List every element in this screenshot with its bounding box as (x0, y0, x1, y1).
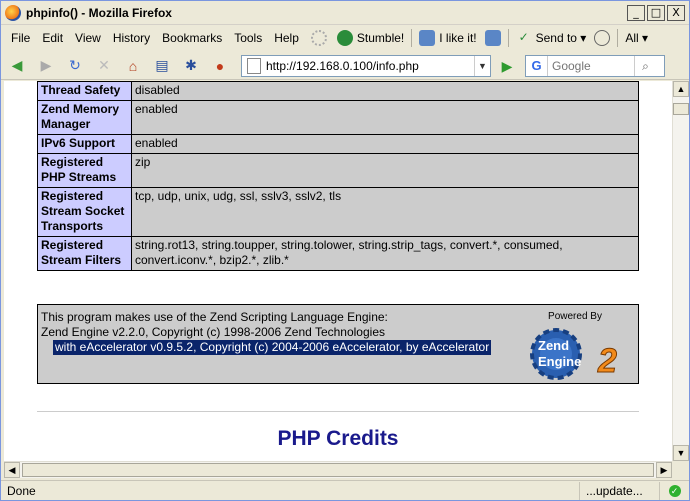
php-credits-heading: PHP Credits (277, 427, 399, 450)
svg-text:Engine: Engine (538, 354, 581, 369)
scroll-down-icon[interactable]: ▼ (673, 445, 689, 461)
google-icon[interactable]: G (526, 55, 548, 76)
all-button[interactable]: All ▾ (621, 31, 652, 45)
thumbs-up-icon (419, 30, 436, 46)
table-row: Registered Stream Socket Transports tcp,… (37, 187, 639, 237)
menu-file[interactable]: File (5, 31, 36, 45)
toolbar-separator (411, 29, 413, 47)
reload-icon[interactable]: ↻ (65, 56, 85, 76)
table-key: IPv6 Support (37, 134, 132, 154)
addon-icon[interactable]: ● (210, 56, 230, 76)
svg-text:2: 2 (597, 342, 617, 380)
scroll-right-icon[interactable]: ▶ (656, 462, 672, 478)
horizontal-scrollbar[interactable]: ◀ ▶ (4, 461, 672, 478)
throbber-icon (310, 30, 327, 46)
scroll-thumb[interactable] (673, 103, 689, 115)
send-to-label: Send to ▾ (535, 31, 587, 45)
table-key: Zend Memory Manager (37, 100, 132, 135)
table-row: Thread Safety disabled (37, 81, 639, 101)
menu-help[interactable]: Help (268, 31, 305, 45)
scrollbar-corner (672, 461, 689, 478)
menu-bookmarks[interactable]: Bookmarks (156, 31, 228, 45)
menu-edit[interactable]: Edit (36, 31, 69, 45)
zend-engine-box: This program makes use of the Zend Scrip… (37, 304, 639, 384)
page-icon (247, 57, 261, 74)
status-ok-panel[interactable]: ✓ (659, 481, 689, 500)
green-check-icon: ✓ (668, 484, 681, 497)
table-row: Registered Stream Filters string.rot13, … (37, 236, 639, 271)
window-controls: _ □ X (627, 4, 685, 21)
zend-engine-logo: Powered By Zend Engine 2 (516, 309, 634, 381)
thumbs-down-button[interactable] (481, 30, 505, 46)
toolbar-separator (507, 29, 509, 47)
menu-history[interactable]: History (107, 31, 156, 45)
powered-by-label: Powered By (548, 311, 602, 322)
stumbleupon-icon (336, 30, 353, 46)
menu-tools[interactable]: Tools (228, 31, 268, 45)
navigation-toolbar: ◀ ▶ ↻ ✕ ⌂ ▤ ✱ ● http://192.168.0.100/inf… (1, 52, 689, 80)
status-text: Done (7, 483, 36, 498)
search-box: G ⌕ (525, 54, 665, 77)
table-row: Registered PHP Streams zip (37, 153, 639, 188)
page-content: Thread Safety disabled Zend Memory Manag… (4, 81, 672, 461)
table-value: disabled (131, 81, 639, 101)
window-title: phpinfo() - Mozilla Firefox (26, 5, 172, 20)
horizontal-rule (37, 411, 639, 412)
zend-engine-2-logo-icon: Zend Engine 2 (530, 328, 618, 381)
speech-bubble-icon (594, 30, 611, 46)
scroll-up-icon[interactable]: ▲ (673, 81, 689, 97)
table-key: Thread Safety (37, 81, 132, 101)
pagerank-icon[interactable]: ▤ (152, 56, 172, 76)
menu-bar: File Edit View History Bookmarks Tools H… (1, 27, 689, 49)
back-arrow-icon[interactable]: ◀ (7, 56, 27, 76)
table-value: enabled (131, 134, 639, 154)
home-icon[interactable]: ⌂ (123, 56, 143, 76)
url-dropdown-icon[interactable]: ▼ (474, 55, 490, 76)
menu-view[interactable]: View (69, 31, 107, 45)
svg-text:Zend: Zend (538, 338, 569, 353)
vertical-scrollbar[interactable]: ▲ ▼ (672, 81, 689, 461)
stop-icon[interactable]: ✕ (94, 56, 114, 76)
minimize-button[interactable]: _ (627, 4, 645, 21)
stumble-label: Stumble! (356, 31, 405, 45)
checkmark-icon: ✓ (518, 30, 529, 44)
status-bar: Done ...update... ✓ (1, 480, 689, 500)
table-key: Registered Stream Filters (37, 236, 132, 271)
table-value: string.rot13, string.toupper, string.tol… (131, 236, 639, 271)
extension-icon[interactable]: ✱ (181, 56, 201, 76)
thumbs-down-icon (484, 30, 501, 46)
browser-window: phpinfo() - Mozilla Firefox _ □ X File E… (0, 0, 690, 501)
horizontal-scroll-thumb[interactable] (22, 463, 654, 477)
eaccelerator-line: with eAccelerator v0.9.5.2, Copyright (c… (53, 340, 492, 355)
stumble-button[interactable]: Stumble! (333, 30, 408, 46)
toolbar-separator (617, 29, 619, 47)
i-like-it-label: I like it! (439, 31, 477, 45)
close-button[interactable]: X (667, 4, 685, 21)
table-value: zip (131, 153, 639, 188)
table-key: Registered PHP Streams (37, 153, 132, 188)
scroll-left-icon[interactable]: ◀ (4, 462, 20, 478)
update-status[interactable]: ...update... (579, 481, 659, 500)
phpinfo-table: Thread Safety disabled Zend Memory Manag… (37, 81, 639, 271)
title-bar: phpinfo() - Mozilla Firefox _ □ X (1, 1, 689, 25)
i-like-it-button[interactable]: I like it! (415, 30, 480, 46)
url-text[interactable]: http://192.168.0.100/info.php (266, 59, 474, 73)
address-bar[interactable]: http://192.168.0.100/info.php ▼ (241, 54, 491, 77)
search-input[interactable] (548, 58, 634, 73)
table-row: Zend Memory Manager enabled (37, 100, 639, 135)
firefox-icon (5, 4, 21, 21)
send-to-button[interactable]: ✓ Send to ▾ (512, 30, 591, 46)
table-value: enabled (131, 100, 639, 135)
forward-arrow-icon[interactable]: ▶ (36, 56, 56, 76)
maximize-button[interactable]: □ (647, 4, 665, 21)
go-icon[interactable]: ▶ (497, 56, 517, 76)
table-row: IPv6 Support enabled (37, 134, 639, 154)
table-key: Registered Stream Socket Transports (37, 187, 132, 237)
search-icon[interactable]: ⌕ (634, 55, 656, 76)
comment-button[interactable] (590, 30, 614, 46)
table-value: tcp, udp, unix, udg, ssl, sslv3, sslv2, … (131, 187, 639, 237)
